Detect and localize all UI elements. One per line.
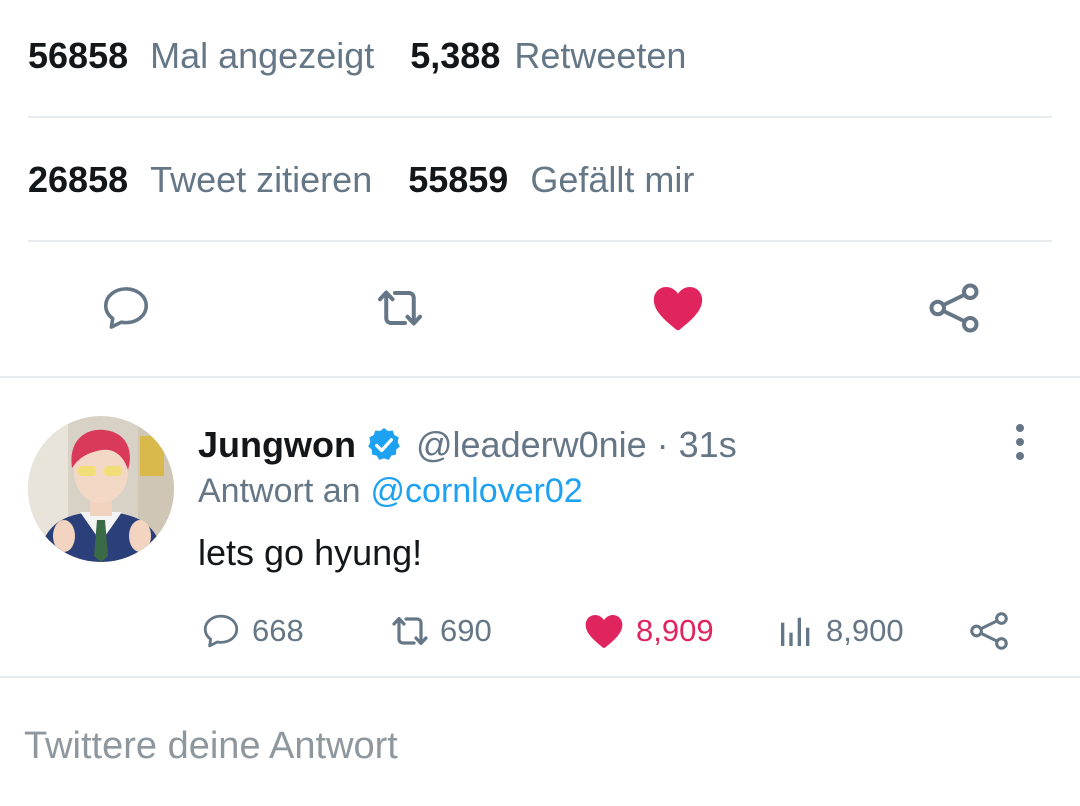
reply-replies-count: 668 bbox=[252, 613, 304, 648]
divider bbox=[0, 676, 1080, 678]
reply-views-count: 8,900 bbox=[826, 613, 904, 648]
reply-retweets-count: 690 bbox=[440, 613, 492, 648]
retweets-label: Retweeten bbox=[514, 35, 687, 76]
quotes-stat[interactable]: 26858 Tweet zitieren bbox=[28, 159, 372, 201]
like-button[interactable] bbox=[648, 278, 708, 338]
retweet-button[interactable] bbox=[370, 278, 430, 338]
likes-label: Gefällt mir bbox=[530, 159, 695, 200]
reply-to-prefix: Antwort an bbox=[198, 471, 361, 510]
retweet-icon bbox=[392, 617, 428, 645]
tweet-detail-page: 56858 Mal angezeigt 5,388 Retweeten 2685… bbox=[0, 0, 1080, 806]
analytics-bars-icon bbox=[781, 617, 810, 646]
heart-icon bbox=[585, 615, 623, 648]
reply-reply-button[interactable]: 668 bbox=[200, 606, 304, 656]
divider bbox=[28, 116, 1052, 118]
reply-compose-input[interactable]: Twittere deine Antwort bbox=[24, 716, 1044, 776]
reply-button[interactable] bbox=[96, 278, 156, 338]
share-icon bbox=[929, 283, 979, 333]
share-icon bbox=[970, 612, 1008, 650]
divider bbox=[0, 376, 1080, 378]
reply-retweet-button[interactable]: 690 bbox=[386, 606, 492, 656]
reply-text: lets go hyung! bbox=[198, 532, 423, 573]
reply-like-button[interactable]: 8,909 bbox=[582, 606, 714, 656]
retweets-count: 5,388 bbox=[410, 35, 501, 76]
more-options-button[interactable] bbox=[1000, 420, 1040, 464]
verified-badge-icon bbox=[364, 425, 404, 465]
reply-to-line: Antwort an @cornlover02 bbox=[198, 468, 583, 514]
avatar-photo bbox=[28, 416, 174, 562]
retweets-stat[interactable]: 5,388 Retweeten bbox=[410, 35, 686, 77]
reply-share-button[interactable] bbox=[966, 606, 1012, 656]
speech-bubble-icon bbox=[103, 287, 149, 329]
author-name[interactable]: Jungwon bbox=[198, 424, 356, 466]
views-count: 56858 bbox=[28, 35, 129, 76]
views-label: Mal angezeigt bbox=[150, 35, 375, 76]
heart-icon bbox=[653, 286, 703, 331]
speech-bubble-icon bbox=[203, 614, 239, 648]
reply-analytics-button[interactable]: 8,900 bbox=[776, 606, 904, 656]
reply-likes-count: 8,909 bbox=[636, 613, 714, 648]
reply-header: Jungwon @leaderw0nie · 31s bbox=[198, 420, 737, 470]
views-stat[interactable]: 56858 Mal angezeigt bbox=[28, 35, 374, 77]
quotes-label: Tweet zitieren bbox=[150, 159, 373, 200]
divider bbox=[28, 240, 1052, 242]
stats-row-quotes-likes: 26858 Tweet zitieren 55859 Gefällt mir bbox=[28, 150, 694, 210]
retweet-icon bbox=[378, 290, 422, 326]
likes-count: 55859 bbox=[408, 159, 509, 200]
quotes-count: 26858 bbox=[28, 159, 129, 200]
likes-stat[interactable]: 55859 Gefällt mir bbox=[408, 159, 694, 201]
avatar[interactable] bbox=[28, 416, 174, 562]
more-vertical-icon bbox=[1016, 424, 1024, 460]
reply-to-mention[interactable]: @cornlover02 bbox=[371, 472, 583, 511]
stats-row-views-retweets: 56858 Mal angezeigt 5,388 Retweeten bbox=[28, 26, 686, 86]
author-handle-time[interactable]: @leaderw0nie · 31s bbox=[416, 424, 737, 466]
share-button[interactable] bbox=[924, 278, 984, 338]
